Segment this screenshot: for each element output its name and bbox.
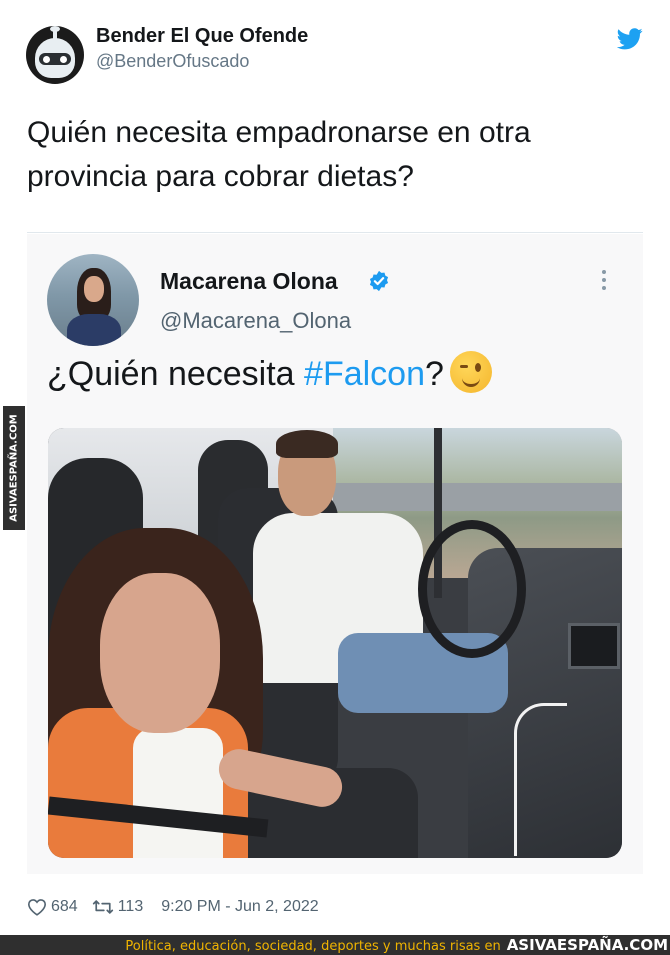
hashtag-link[interactable]: #Falcon bbox=[304, 355, 425, 393]
quoted-text-before: ¿Quién necesita bbox=[47, 355, 305, 393]
selfie-in-van-photo[interactable] bbox=[48, 428, 622, 858]
author-handle[interactable]: @BenderOfuscado bbox=[96, 51, 249, 72]
retweet-count: 113 bbox=[117, 898, 144, 915]
heart-icon[interactable] bbox=[27, 898, 47, 916]
more-options-icon[interactable] bbox=[601, 270, 607, 292]
winking-face-icon bbox=[449, 351, 492, 393]
charging-cable bbox=[514, 703, 567, 856]
twitter-bird-icon[interactable] bbox=[617, 28, 643, 50]
avatar-body bbox=[67, 314, 121, 346]
robot-eye-right bbox=[60, 56, 67, 63]
like-stat[interactable]: 684 bbox=[27, 898, 78, 916]
woman-face bbox=[100, 573, 220, 733]
avatar-face bbox=[84, 276, 104, 302]
side-watermark-label: ASIVAESPAÑA.COM bbox=[8, 414, 20, 522]
watermark-brand[interactable]: ASIVAESPAÑA.COM bbox=[507, 936, 668, 954]
woman-top bbox=[133, 728, 223, 858]
like-count: 684 bbox=[51, 898, 78, 915]
tweet-stats: 684 113 9:20 PM - Jun 2, 2022 bbox=[27, 896, 319, 918]
verified-badge-icon bbox=[369, 270, 389, 292]
retweet-icon[interactable] bbox=[92, 898, 114, 916]
side-watermark: ASIVAESPAÑA.COM bbox=[3, 406, 25, 530]
bender-avatar[interactable] bbox=[26, 26, 84, 84]
road-view bbox=[333, 483, 622, 511]
driver-hair bbox=[276, 430, 338, 458]
tweet-card: Bender El Que Ofende @BenderOfuscado Qui… bbox=[0, 0, 670, 935]
quoted-avatar[interactable] bbox=[47, 254, 139, 346]
quoted-text: ¿Quién necesita #Falcon? bbox=[47, 351, 492, 397]
steering-wheel bbox=[418, 520, 526, 658]
tweet-text: Quién necesita empadronarse en otra prov… bbox=[27, 116, 531, 193]
robot-eye-left bbox=[43, 56, 50, 63]
author-name[interactable]: Bender El Que Ofende bbox=[96, 25, 308, 48]
tweet-timestamp[interactable]: 9:20 PM - Jun 2, 2022 bbox=[161, 898, 318, 916]
divider bbox=[27, 232, 643, 233]
quoted-author-handle[interactable]: @Macarena_Olona bbox=[160, 308, 351, 334]
watermark-bar: Política, educación, sociedad, deportes … bbox=[0, 935, 670, 955]
quoted-text-after: ? bbox=[425, 355, 444, 393]
quoted-author-name[interactable]: Macarena Olona bbox=[160, 268, 338, 295]
watermark-caption: Política, educación, sociedad, deportes … bbox=[125, 939, 501, 954]
quoted-tweet[interactable]: Macarena Olona @Macarena_Olona ¿Quién ne… bbox=[27, 234, 643, 874]
retweet-stat[interactable]: 113 bbox=[92, 898, 144, 916]
dash-screen bbox=[568, 623, 620, 669]
